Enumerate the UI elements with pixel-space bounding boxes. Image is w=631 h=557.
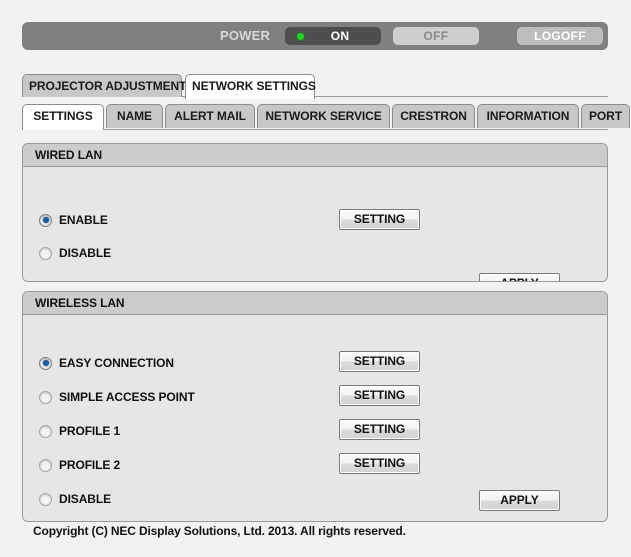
radio-button-icon[interactable] (39, 390, 52, 404)
radio-button-icon[interactable] (39, 213, 52, 227)
wired-lan-radio-label: DISABLE (59, 246, 111, 260)
wireless-lan-radio-simple-access-point[interactable]: SIMPLE ACCESS POINT (39, 389, 195, 405)
wireless-lan-radio-disable[interactable]: DISABLE (39, 491, 111, 507)
secondary-tab-rule (22, 129, 608, 130)
wireless-lan-radio-easy-connection[interactable]: EASY CONNECTION (39, 355, 174, 371)
wired-lan-radio-enable[interactable]: ENABLE (39, 212, 108, 228)
wireless-lan-radio-label: SIMPLE ACCESS POINT (59, 390, 195, 404)
tab-alert-mail[interactable]: ALERT MAIL (165, 104, 255, 128)
wireless-lan-radio-label: PROFILE 2 (59, 458, 121, 472)
wireless-lan-radio-label: PROFILE 1 (59, 424, 121, 438)
wired-lan-apply-button[interactable]: APPLY (479, 273, 560, 281)
tab-network-service[interactable]: NETWORK SERVICE (257, 104, 390, 128)
tab-crestron[interactable]: CRESTRON (392, 104, 475, 128)
wireless-lan-setting-button-profile-1[interactable]: SETTING (339, 419, 420, 440)
copyright-text: Copyright (C) NEC Display Solutions, Ltd… (33, 524, 406, 538)
power-label: POWER (220, 28, 271, 43)
tab-settings[interactable]: SETTINGS (22, 104, 104, 130)
radio-button-icon[interactable] (39, 458, 52, 472)
tab-information[interactable]: INFORMATION (477, 104, 579, 128)
tab-name[interactable]: NAME (106, 104, 163, 128)
wireless-lan-title: WIRELESS LAN (23, 292, 607, 315)
wireless-lan-apply-button[interactable]: APPLY (479, 490, 560, 511)
power-bar: POWER ON OFF LOGOFF (22, 22, 608, 50)
power-off-button[interactable]: OFF (393, 27, 479, 45)
logoff-button[interactable]: LOGOFF (517, 27, 603, 45)
power-on-button[interactable]: ON (285, 27, 381, 45)
wireless-lan-radio-profile-2[interactable]: PROFILE 2 (39, 457, 120, 473)
tab-network-settings[interactable]: NETWORK SETTINGS (185, 74, 316, 99)
wireless-lan-body: EASY CONNECTION SETTING SIMPLE ACCESS POIN… (23, 315, 607, 521)
tab-projector-adjustment[interactable]: PROJECTOR ADJUSTMENT (22, 74, 186, 97)
wired-lan-panel: WIRED LAN ENABLE SETTING DISABLE APPLY (22, 143, 608, 282)
wireless-lan-radio-label: DISABLE (59, 492, 111, 506)
wireless-lan-setting-button-profile-2[interactable]: SETTING (339, 453, 420, 474)
wired-lan-radio-disable[interactable]: DISABLE (39, 245, 111, 261)
wired-lan-title: WIRED LAN (23, 144, 607, 167)
wireless-lan-radio-label: EASY CONNECTION (59, 356, 174, 370)
radio-button-icon[interactable] (39, 424, 52, 438)
wired-lan-radio-label: ENABLE (59, 213, 108, 227)
wireless-lan-setting-button-simple-access-point[interactable]: SETTING (339, 385, 420, 406)
wireless-lan-radio-profile-1[interactable]: PROFILE 1 (39, 423, 120, 439)
radio-button-icon[interactable] (39, 356, 52, 370)
power-on-label: ON (330, 29, 350, 43)
tab-port[interactable]: PORT (581, 104, 630, 128)
wireless-lan-setting-button-easy-connection[interactable]: SETTING (339, 351, 420, 372)
wired-lan-setting-button-enable[interactable]: SETTING (339, 209, 420, 230)
radio-button-icon[interactable] (39, 492, 52, 506)
radio-button-icon[interactable] (39, 246, 52, 260)
wireless-lan-panel: WIRELESS LAN EASY CONNECTION SETTING SIMPL… (22, 291, 608, 522)
wired-lan-body: ENABLE SETTING DISABLE APPLY (23, 167, 607, 281)
power-led-icon (297, 33, 304, 40)
